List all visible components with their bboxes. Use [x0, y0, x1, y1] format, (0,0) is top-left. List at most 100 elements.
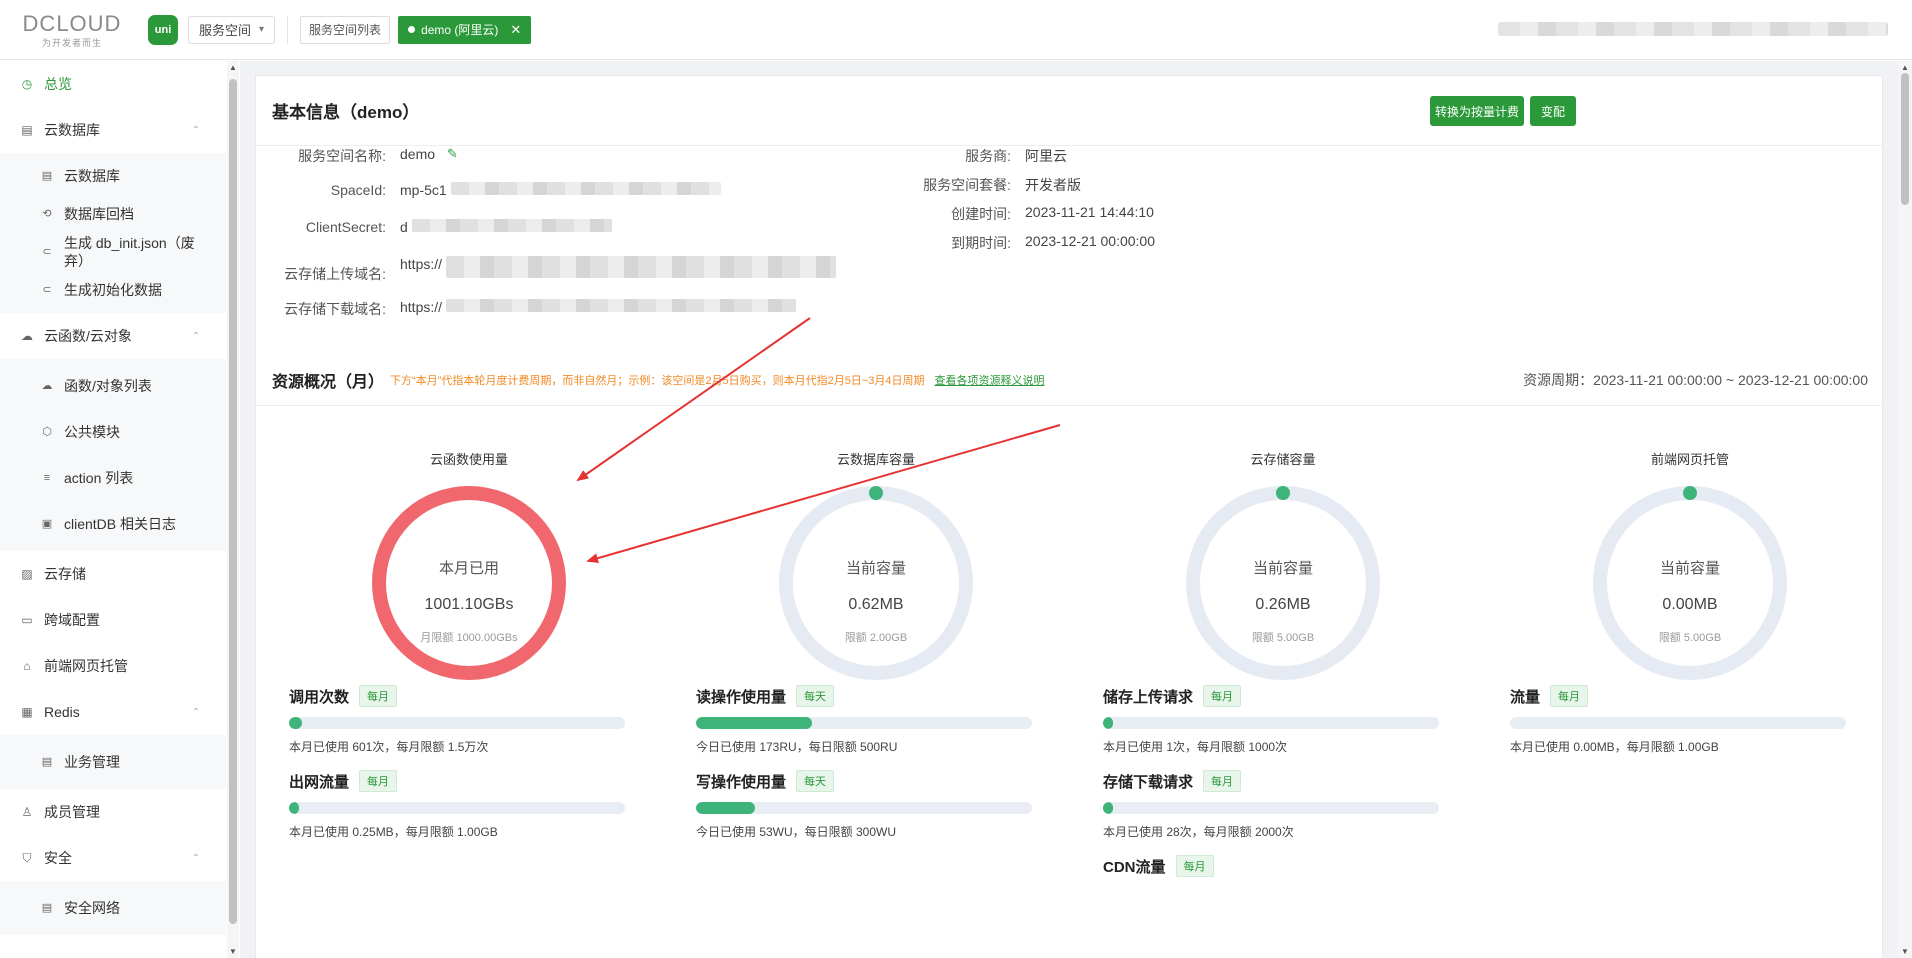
sidebar-item-database-list[interactable]: ▤ 云数据库 — [0, 157, 226, 195]
sidebar-item-action-list[interactable]: ≡ action 列表 — [0, 455, 226, 501]
metric-header: CDN流量 每月 — [1103, 855, 1443, 877]
sidebar-item-business[interactable]: ▤ 业务管理 — [0, 739, 226, 785]
sidebar-item-label: clientDB 相关日志 — [64, 516, 177, 532]
info-space-name: 服务空间名称: demo ✎ — [256, 146, 458, 166]
gauge-track — [372, 486, 566, 680]
info-provider: 服务商: 阿里云 — [861, 146, 1067, 166]
top-bar: DCLOUD 为开发者而生 uni 服务空间 ▾ 服务空间列表 demo (阿里… — [0, 0, 1912, 60]
scroll-down-icon[interactable]: ▼ — [227, 947, 239, 956]
sidebar-item-db-rollback[interactable]: ⟲ 数据库回档 — [0, 195, 226, 233]
info-value: d — [400, 219, 408, 235]
logo-text: DCLOUD — [22, 10, 122, 36]
edit-icon[interactable]: ✎ — [447, 146, 458, 166]
sidebar-item-function-list[interactable]: ☁ 函数/对象列表 — [0, 363, 226, 409]
sidebar-item-label: 安全网络 — [64, 900, 120, 916]
redacted-value — [446, 256, 837, 278]
info-value: 开发者版 — [1025, 177, 1081, 193]
redis-icon: ▦ — [21, 705, 33, 719]
info-value: https:// — [400, 256, 443, 272]
sidebar-item-cloud-storage[interactable]: ▨ 云存储 — [0, 551, 226, 597]
gauge-track — [1186, 486, 1380, 680]
resources-help-link[interactable]: 查看各项资源释义说明 — [934, 372, 1044, 388]
scroll-down-icon[interactable]: ▼ — [1898, 947, 1912, 956]
metric-card: 读操作使用量 每天 今日已使用 173RU，每日限额 500RU — [696, 685, 1036, 755]
sidebar-item-cors[interactable]: ▭ 跨域配置 — [0, 597, 226, 643]
tab-service-space-list[interactable]: 服务空间列表 — [300, 15, 391, 44]
metric-period-badge: 每月 — [1550, 685, 1589, 707]
main-scrollbar[interactable]: ▲ ▼ — [1898, 61, 1912, 958]
gauge-caption: 当前容量 — [1253, 560, 1313, 577]
info-value: 阿里云 — [1025, 148, 1067, 164]
gauge-label: 云数据库容量 — [836, 452, 915, 467]
gauge-2: 云存储容量 当前容量 0.26MB 限额 5.00GB — [1133, 449, 1433, 688]
uni-icon[interactable]: uni — [148, 14, 178, 45]
sidebar-item-label: 生成 db_init.json（废弃） — [64, 235, 195, 269]
sidebar-item-redis[interactable]: ▦ Redis ⌃ — [0, 689, 226, 735]
sidebar-group-redis: ▤ 业务管理 — [0, 735, 226, 789]
gauge-1: 云数据库容量 当前容量 0.62MB 限额 2.00GB — [726, 449, 1026, 688]
sidebar-item-label: 云数据库 — [44, 122, 100, 138]
shield-icon: ⛉ — [22, 850, 32, 865]
gauge-value: 0.00MB — [1662, 596, 1717, 613]
metric-period-badge: 每月 — [1203, 770, 1242, 792]
metric-name: 写操作使用量 — [696, 773, 787, 791]
restore-icon: ⟲ — [42, 208, 52, 220]
sidebar-scrollbar[interactable]: ▲ ▼ — [227, 61, 239, 958]
sidebar-item-cloud-functions[interactable]: ☁ 云函数/云对象 ⌃ — [0, 313, 226, 359]
info-label: 云存储上传域名: — [284, 266, 386, 282]
business-icon: ▤ — [41, 756, 53, 768]
main-scroll-thumb[interactable] — [1901, 73, 1909, 205]
tab-demo-active[interactable]: demo (阿里云) ✕ — [398, 15, 532, 44]
dcloud-logo[interactable]: DCLOUD 为开发者而生 — [12, 0, 132, 60]
sidebar-item-overview[interactable]: ◷ 总览 — [0, 61, 226, 107]
metric-progress-bar — [289, 717, 625, 729]
sidebar-item-label: 总览 — [44, 76, 72, 92]
gauge-label: 云存储容量 — [1250, 452, 1316, 467]
user-icon: ♙ — [21, 805, 33, 819]
change-plan-button[interactable]: 变配 — [1530, 96, 1576, 126]
metric-name: CDN流量 — [1103, 858, 1166, 876]
sidebar-item-label: 云存储 — [44, 566, 86, 582]
info-client-secret: ClientSecret: d — [256, 219, 612, 235]
storage-icon: ▨ — [21, 567, 33, 581]
divider — [256, 405, 1884, 406]
close-icon[interactable]: ✕ — [510, 22, 521, 38]
user-info-blurred[interactable] — [1498, 22, 1888, 36]
sidebar-item-common-modules[interactable]: ⬡ 公共模块 — [0, 409, 226, 455]
info-label: 云存储下载域名: — [284, 301, 386, 317]
sidebar-item-security[interactable]: ⛉ 安全 ⌃ — [0, 835, 226, 881]
sidebar-item-db-init[interactable]: ⊂ 生成 db_init.json（废弃） — [0, 233, 226, 271]
sidebar-item-clientdb-log[interactable]: ▣ clientDB 相关日志 — [0, 501, 226, 547]
metric-description: 本月已使用 28次，每月限额 2000次 — [1103, 825, 1294, 839]
service-space-select[interactable]: 服务空间 ▾ — [188, 15, 276, 44]
switch-to-pay-as-you-go-button[interactable]: 转换为按量计费 — [1430, 96, 1524, 126]
metric-description: 本月已使用 0.00MB，每月限额 1.00GB — [1510, 740, 1719, 754]
sidebar-item-init-data[interactable]: ⊂ 生成初始化数据 — [0, 271, 226, 309]
metric-header: 读操作使用量 每天 — [696, 685, 1036, 707]
metric-name: 储存上传请求 — [1103, 688, 1194, 706]
sidebar-item-members[interactable]: ♙ 成员管理 — [0, 789, 226, 835]
info-value: 2023-12-21 00:00:00 — [1025, 233, 1155, 249]
main-content: 基本信息（demo） 转换为按量计费 变配 服务空间名称: demo ✎ Spa… — [240, 61, 1898, 958]
sidebar-item-web-hosting[interactable]: ⌂ 前端网页托管 — [0, 643, 226, 689]
sidebar-item-label: 云数据库 — [64, 168, 120, 184]
scroll-up-icon[interactable]: ▲ — [1898, 63, 1912, 72]
info-value: https:// — [400, 299, 443, 315]
gauge-label: 前端网页托管 — [1650, 452, 1729, 467]
sidebar-item-label: Redis — [44, 704, 80, 720]
metric-progress-bar — [1510, 717, 1846, 729]
sidebar-item-secure-network[interactable]: ▤ 安全网络 — [0, 885, 226, 931]
gauge-caption: 本月已用 — [439, 560, 499, 577]
sidebar-item-cloud-database[interactable]: ▤ 云数据库 ⌃ — [0, 107, 226, 153]
sidebar-scroll-thumb[interactable] — [229, 79, 237, 924]
sidebar-item-label: 跨域配置 — [44, 612, 100, 628]
gauge-indicator — [869, 486, 883, 500]
scroll-up-icon[interactable]: ▲ — [227, 63, 239, 72]
gauge-track — [779, 486, 973, 680]
service-space-select-label: 服务空间 — [199, 23, 252, 38]
redacted-value — [411, 219, 612, 232]
info-label: 服务商: — [965, 148, 1011, 164]
gauge-0: 云函数使用量 本月已用 1001.10GBs 月限额 1000.00GBs — [319, 449, 619, 688]
sidebar-item-label: 数据库回档 — [64, 206, 134, 222]
gauge-3: 前端网页托管 当前容量 0.00MB 限额 5.00GB — [1540, 449, 1840, 688]
